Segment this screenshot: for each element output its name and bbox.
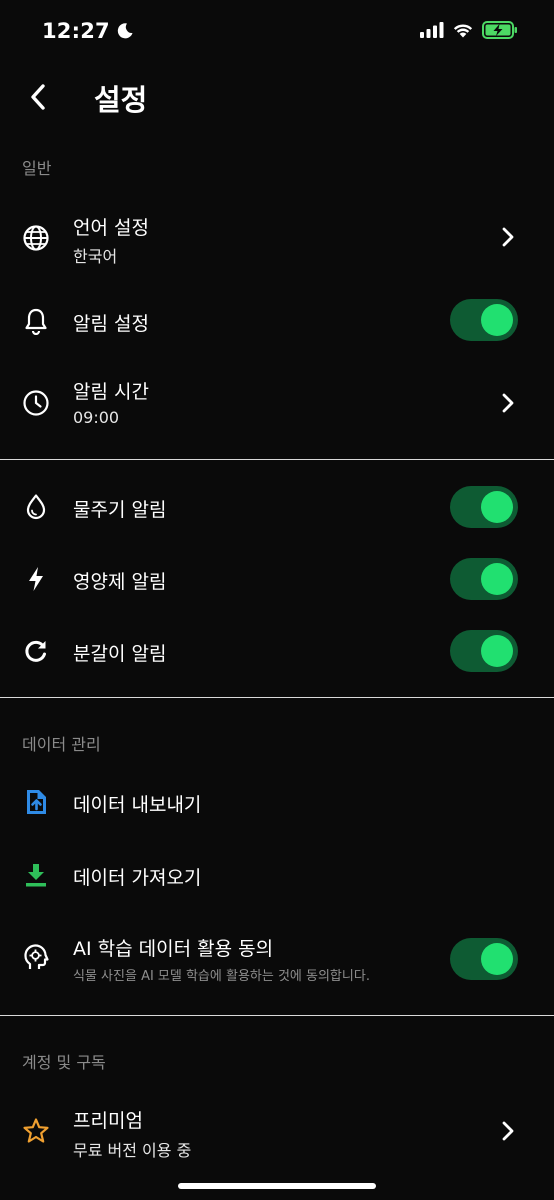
page-title: 설정 bbox=[94, 83, 148, 117]
chevron-left-icon bbox=[31, 84, 45, 110]
lightning-icon bbox=[22, 565, 50, 593]
ai-consent-description: 식물 사진을 AI 모델 학습에 활용하는 것에 동의합니다. bbox=[73, 969, 370, 984]
settings-row-watering: 물주기 알림 bbox=[0, 477, 554, 537]
notifications-title: 알림 설정 bbox=[73, 313, 149, 335]
globe-icon bbox=[22, 224, 50, 252]
status-icons bbox=[420, 21, 518, 39]
moon-icon bbox=[117, 23, 133, 39]
toggle-knob bbox=[481, 943, 513, 975]
download-icon bbox=[22, 861, 50, 889]
status-time-text: 12:27 bbox=[42, 19, 110, 43]
section-header-general: 일반 bbox=[22, 159, 52, 178]
premium-title: 프리미엄 bbox=[73, 1110, 143, 1132]
settings-row-fertilizer: 영양제 알림 bbox=[0, 549, 554, 609]
settings-row-language[interactable]: 언어 설정 한국어 bbox=[0, 200, 554, 276]
ai-consent-title: AI 학습 데이터 활용 동의 bbox=[73, 938, 274, 960]
wifi-icon bbox=[453, 24, 473, 38]
header: 설정 bbox=[0, 64, 554, 130]
watering-toggle[interactable] bbox=[450, 486, 518, 528]
section-header-data: 데이터 관리 bbox=[22, 735, 101, 754]
bell-icon bbox=[22, 307, 50, 335]
refresh-icon bbox=[22, 637, 50, 665]
watering-title: 물주기 알림 bbox=[73, 499, 167, 521]
divider bbox=[0, 697, 554, 698]
fertilizer-title: 영양제 알림 bbox=[73, 571, 167, 593]
settings-row-ai-consent: AI 학습 데이터 활용 동의 식물 사진을 AI 모델 학습에 활용하는 것에… bbox=[0, 922, 554, 998]
export-title: 데이터 내보내기 bbox=[73, 794, 202, 816]
fertilizer-toggle[interactable] bbox=[450, 558, 518, 600]
chevron-right-icon bbox=[498, 225, 518, 249]
repotting-toggle[interactable] bbox=[450, 630, 518, 672]
clock-icon bbox=[22, 389, 50, 417]
settings-row-notifications: 알림 설정 bbox=[0, 290, 554, 350]
language-title: 언어 설정 bbox=[73, 217, 149, 239]
status-bar: 12:27 bbox=[0, 0, 554, 64]
chevron-right-icon bbox=[498, 1119, 518, 1143]
repotting-title: 분갈이 알림 bbox=[73, 643, 167, 665]
battery-charging-icon bbox=[482, 21, 517, 39]
toggle-knob bbox=[481, 304, 513, 336]
import-title: 데이터 가져오기 bbox=[73, 867, 202, 889]
toggle-knob bbox=[481, 635, 513, 667]
notifications-toggle[interactable] bbox=[450, 299, 518, 341]
status-time: 12:27 bbox=[42, 19, 134, 43]
ai-consent-toggle[interactable] bbox=[450, 938, 518, 980]
water-drop-icon bbox=[22, 493, 50, 521]
cellular-signal-icon bbox=[420, 22, 444, 38]
section-header-account: 계정 및 구독 bbox=[22, 1053, 106, 1072]
toggle-knob bbox=[481, 491, 513, 523]
settings-row-repotting: 분갈이 알림 bbox=[0, 621, 554, 681]
notification-time-title: 알림 시간 bbox=[73, 381, 149, 403]
chevron-right-icon bbox=[498, 391, 518, 415]
ai-head-icon bbox=[22, 944, 50, 972]
divider bbox=[0, 1015, 554, 1016]
premium-value: 무료 버전 이용 중 bbox=[73, 1141, 192, 1160]
settings-row-export[interactable]: 데이터 내보내기 bbox=[0, 772, 554, 832]
notification-time-value: 09:00 bbox=[73, 408, 120, 427]
settings-row-premium[interactable]: 프리미엄 무료 버전 이용 중 bbox=[0, 1094, 554, 1170]
toggle-knob bbox=[481, 563, 513, 595]
settings-row-notification-time[interactable]: 알림 시간 09:00 bbox=[0, 366, 554, 442]
file-upload-icon bbox=[22, 788, 50, 816]
settings-row-import[interactable]: 데이터 가져오기 bbox=[0, 845, 554, 905]
home-indicator[interactable] bbox=[178, 1183, 376, 1189]
language-value: 한국어 bbox=[73, 247, 118, 266]
back-button[interactable] bbox=[22, 80, 54, 114]
divider bbox=[0, 459, 554, 460]
star-icon bbox=[22, 1117, 50, 1145]
